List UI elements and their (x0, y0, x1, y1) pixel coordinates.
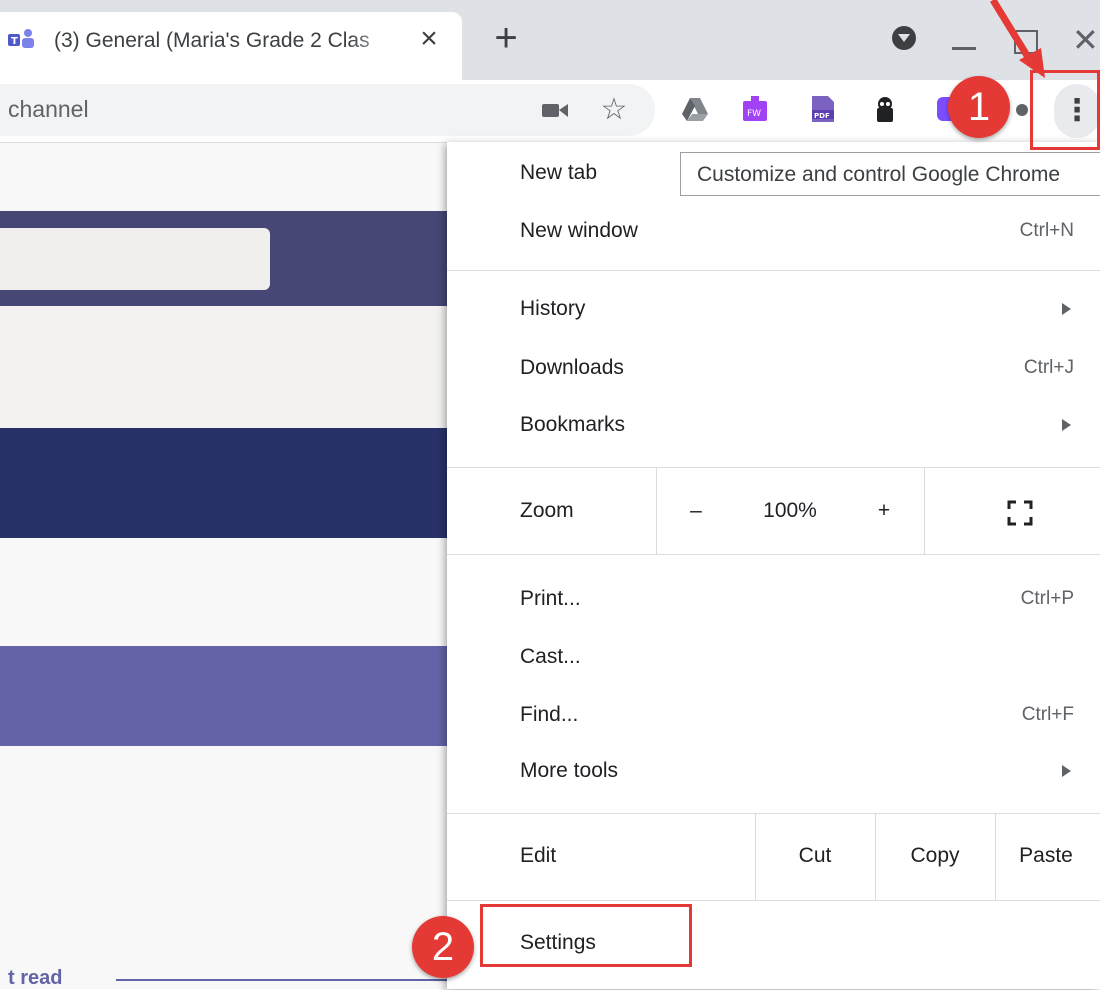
find-shortcut: Ctrl+F (1021, 704, 1074, 725)
tab-title-fade (350, 22, 400, 58)
window-close-icon[interactable]: ✕ (1072, 20, 1100, 60)
extension-dark-icon[interactable] (870, 94, 900, 124)
svg-text:PDF: PDF (814, 112, 830, 120)
new-tab-button[interactable]: + (486, 16, 526, 60)
menu-divider (447, 467, 1100, 468)
minimize-icon[interactable] (948, 22, 982, 56)
teams-search-box[interactable] (0, 228, 270, 290)
submenu-arrow-icon (1062, 765, 1071, 777)
profile-icon[interactable] (892, 26, 916, 50)
menu-item-zoom: Zoom (520, 499, 574, 522)
menu-item-history[interactable]: History (520, 294, 585, 324)
submenu-arrow-icon (1062, 303, 1071, 315)
teams-content-area (0, 538, 447, 646)
print-shortcut: Ctrl+P (1020, 588, 1074, 609)
menu-item-cast[interactable]: Cast... (520, 642, 581, 672)
step-2-badge: 2 (412, 916, 474, 978)
svg-text:FW: FW (747, 109, 761, 119)
pdf-icon[interactable]: PDF (808, 94, 838, 124)
teams-panel-light (0, 306, 447, 428)
new-window-shortcut: Ctrl+N (1019, 220, 1074, 241)
last-read-divider (116, 979, 456, 981)
camera-icon[interactable] (540, 98, 570, 122)
arrow-pointer-icon (990, 0, 1045, 78)
menu-item-edit: Edit (520, 844, 557, 867)
menu-divider (447, 900, 1100, 901)
zoom-out-button[interactable]: – (676, 496, 716, 526)
last-read-label: t read (8, 967, 63, 989)
menu-divider (447, 270, 1100, 271)
menu-item-new-tab[interactable]: New tab (520, 158, 597, 188)
highlight-box-menu-button (1030, 70, 1100, 150)
menu-divider (447, 813, 1100, 814)
tab-close-button[interactable]: × (414, 22, 444, 56)
copy-button[interactable]: Copy (876, 841, 994, 871)
step-1-badge: 1 (948, 76, 1010, 138)
google-drive-icon[interactable] (680, 94, 710, 124)
paste-button[interactable]: Paste (996, 841, 1096, 871)
fullscreen-icon[interactable] (1007, 500, 1033, 526)
svg-text:T: T (11, 36, 18, 47)
downloads-shortcut: Ctrl+J (1023, 357, 1074, 378)
zoom-level: 100% (763, 499, 817, 522)
zoom-in-button[interactable]: + (864, 496, 904, 526)
teams-navy-banner (0, 428, 447, 538)
bookmark-star-icon[interactable]: ☆ (596, 90, 632, 130)
highlight-box-settings (480, 904, 692, 967)
menu-button-tooltip: Customize and control Google Chrome (680, 152, 1100, 196)
menu-item-find[interactable]: Find... (520, 700, 578, 730)
menu-divider (656, 468, 657, 554)
teams-icon: T (8, 29, 34, 48)
menu-item-downloads[interactable]: Downloads (520, 353, 624, 383)
menu-item-print[interactable]: Print... (520, 584, 581, 614)
cut-button[interactable]: Cut (756, 841, 874, 871)
tab-title: (3) General (Maria's Grade 2 Clas (54, 29, 370, 52)
submenu-arrow-icon (1062, 419, 1071, 431)
address-bar-text[interactable]: channel (8, 92, 408, 126)
menu-item-bookmarks[interactable]: Bookmarks (520, 410, 625, 440)
extension-purple-icon[interactable]: FW (740, 94, 770, 124)
menu-divider (447, 554, 1100, 555)
teams-purple-banner (0, 646, 447, 746)
menu-item-more-tools[interactable]: More tools (520, 756, 618, 786)
menu-item-new-window[interactable]: New window (520, 216, 638, 246)
menu-divider (924, 468, 925, 554)
extensions-puzzle-icon[interactable] (1016, 104, 1028, 116)
